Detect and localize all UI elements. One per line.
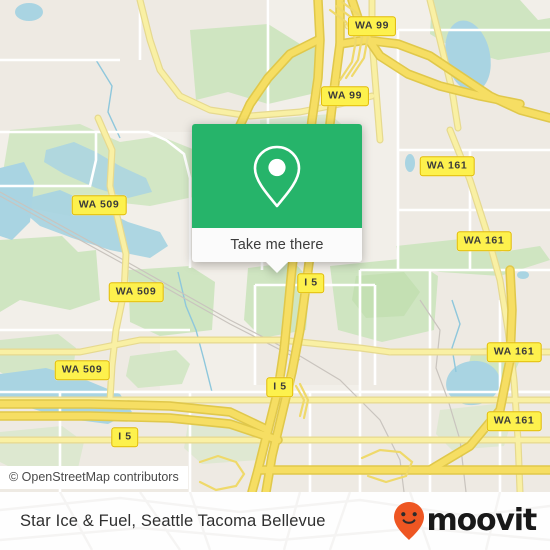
popup-card-header <box>192 124 362 228</box>
map-screenshot: WA 99 WA 99 WA 161 WA 161 WA 509 WA 509 … <box>0 0 550 550</box>
place-title: Star Ice & Fuel, Seattle Tacoma Bellevue <box>20 511 326 530</box>
shield-wa-509-a[interactable]: WA 509 <box>71 195 127 215</box>
location-popup-card[interactable]: Take me there <box>192 124 362 273</box>
shield-i-5-b[interactable]: I 5 <box>266 377 294 397</box>
shield-wa-161-a[interactable]: WA 161 <box>419 156 475 176</box>
take-me-there-label: Take me there <box>230 237 324 253</box>
map-pin-icon <box>253 145 301 208</box>
moovit-pin-smiley-icon <box>393 502 424 540</box>
shield-wa-161-c[interactable]: WA 161 <box>486 342 542 362</box>
shield-wa-99-a[interactable]: WA 99 <box>347 16 397 36</box>
moovit-wordmark: moovit <box>426 503 538 538</box>
footer-bar: Star Ice & Fuel, Seattle Tacoma Bellevue… <box>0 492 550 550</box>
shield-wa-161-b[interactable]: WA 161 <box>456 231 512 251</box>
map-attribution[interactable]: © OpenStreetMap contributors <box>0 466 188 489</box>
map-canvas[interactable]: WA 99 WA 99 WA 161 WA 161 WA 509 WA 509 … <box>0 0 550 492</box>
popup-card-footer[interactable]: Take me there <box>192 228 362 273</box>
shield-wa-161-d[interactable]: WA 161 <box>486 411 542 431</box>
shield-i-5-c[interactable]: I 5 <box>111 427 139 447</box>
shield-wa-509-b[interactable]: WA 509 <box>108 282 164 302</box>
shield-wa-99-b[interactable]: WA 99 <box>320 86 370 106</box>
moovit-logo[interactable]: moovit <box>392 501 538 541</box>
shield-i-5-a[interactable]: I 5 <box>297 273 325 293</box>
shield-wa-509-c[interactable]: WA 509 <box>54 360 110 380</box>
popup-card-pointer <box>266 262 288 273</box>
